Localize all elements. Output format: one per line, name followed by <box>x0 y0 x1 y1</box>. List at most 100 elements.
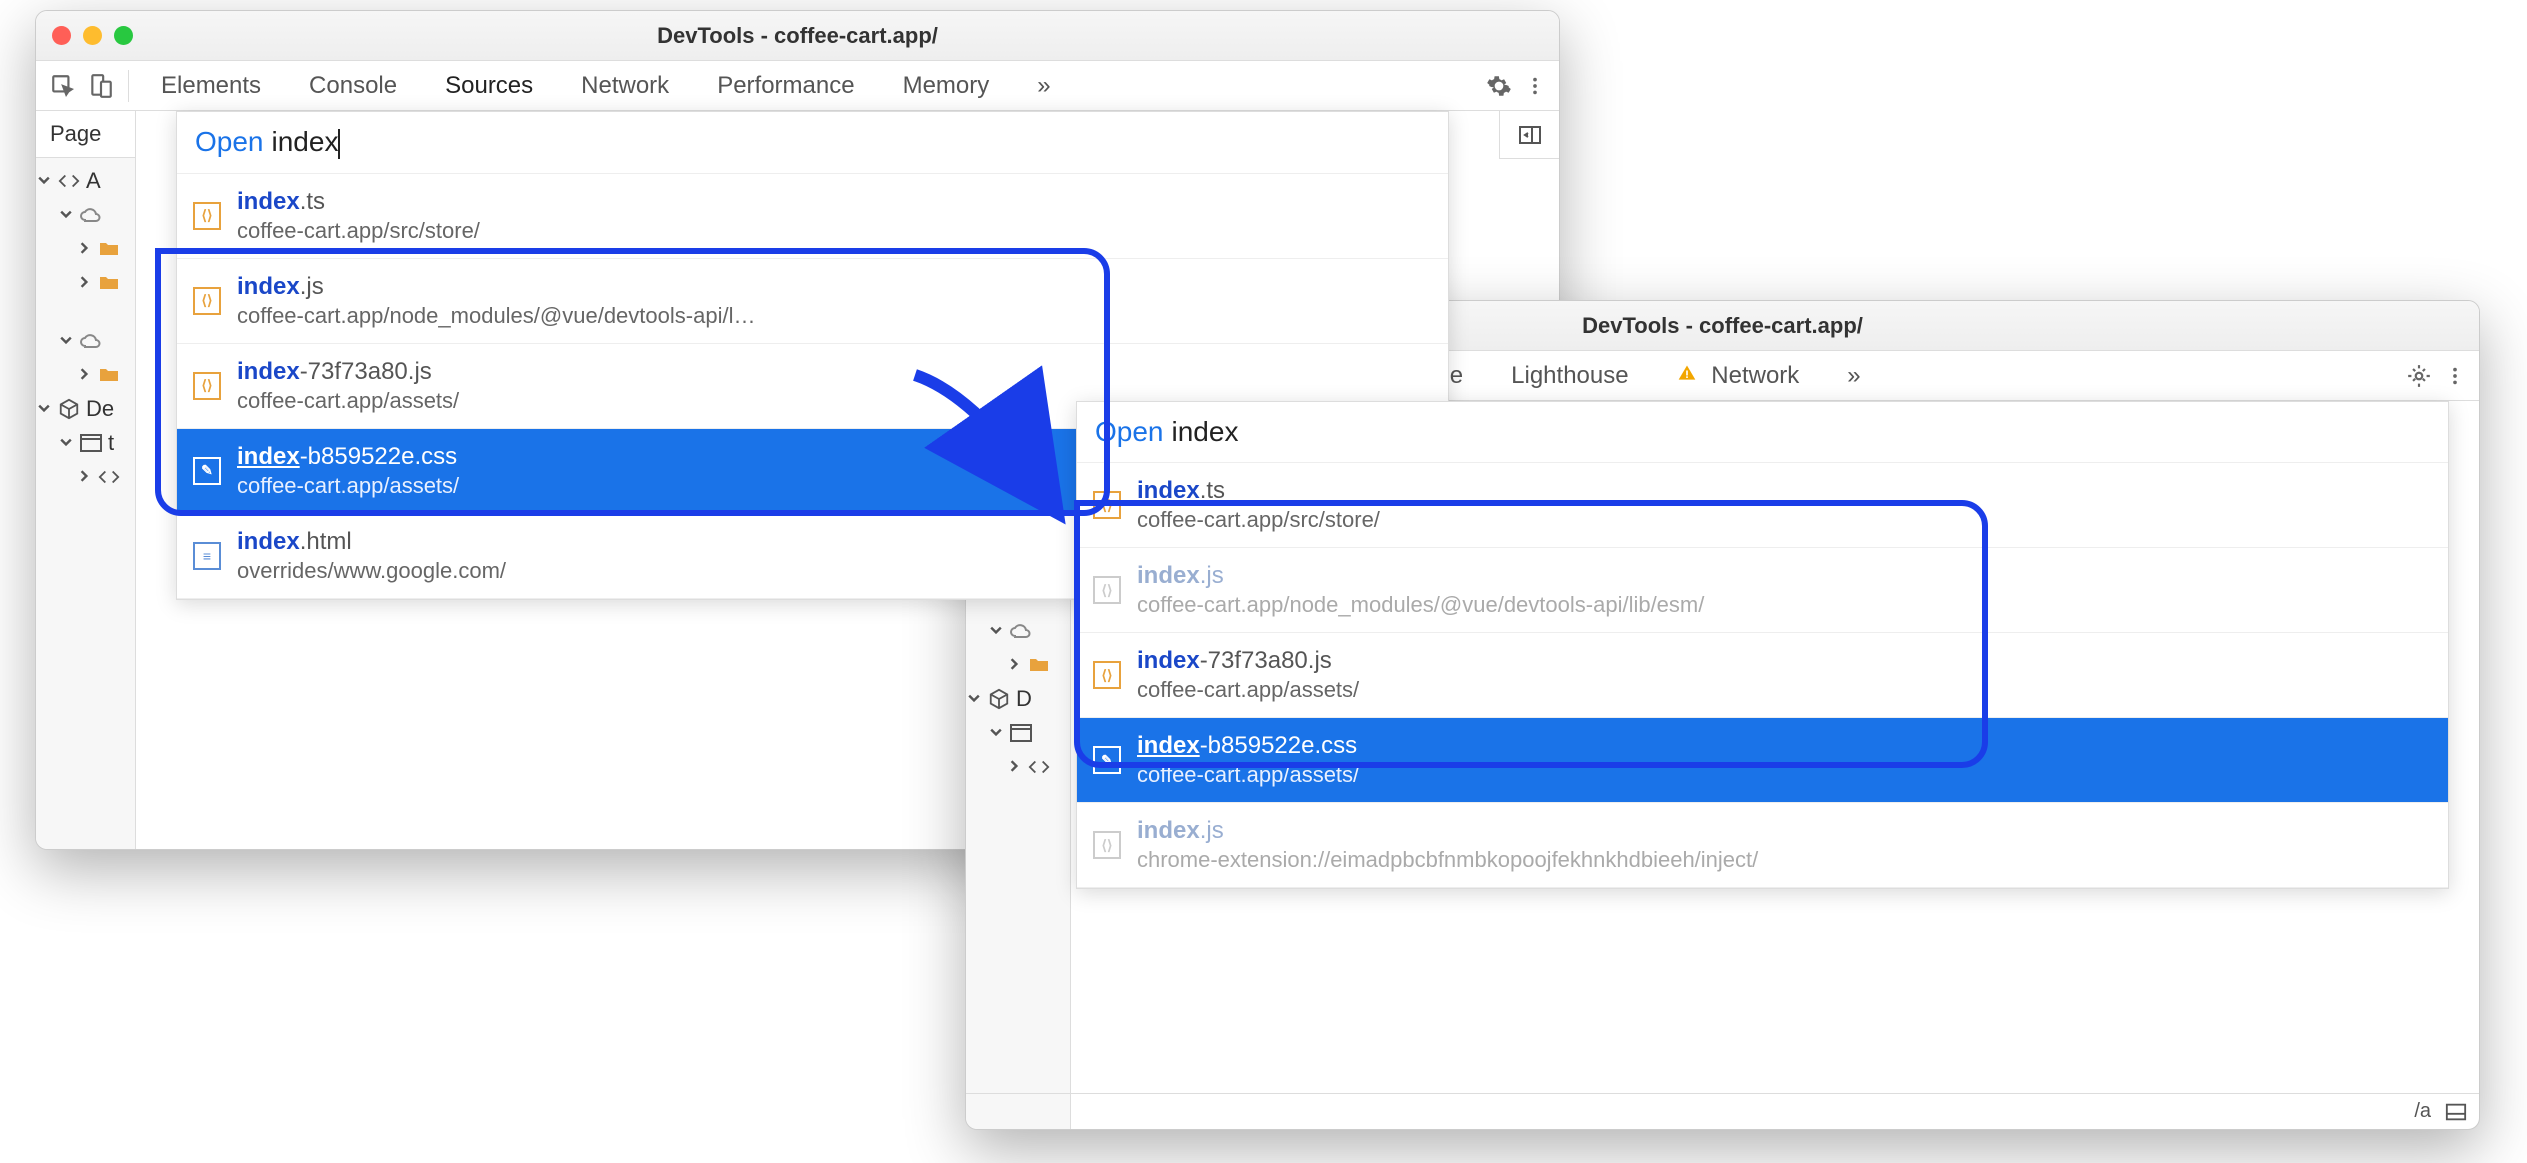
traffic-lights <box>52 26 133 45</box>
window-title: DevTools - coffee-cart.app/ <box>36 23 1559 49</box>
more-menu-icon[interactable] <box>1519 70 1551 102</box>
inspect-element-icon[interactable] <box>44 67 82 105</box>
devtools-window-2: DevTools - coffee-cart.app/ Elements Sou… <box>965 300 2480 1130</box>
tab-network[interactable]: Network <box>1653 352 1824 400</box>
panel-collapse-icon[interactable] <box>2445 1101 2467 1123</box>
page-tab[interactable]: Page <box>36 111 135 158</box>
tree-row[interactable] <box>968 716 1068 750</box>
sources-sidebar: Page A <box>36 111 136 849</box>
more-menu-icon[interactable] <box>2439 360 2471 392</box>
open-label: Open <box>195 126 264 158</box>
tab-elements[interactable]: Elements <box>137 62 285 110</box>
quick-open-result[interactable]: ⟨⟩ index.js coffee-cart.app/node_modules… <box>177 259 1448 344</box>
file-icon: ⟨⟩ <box>193 202 221 230</box>
tree-row[interactable]: D <box>968 682 1068 716</box>
window-icon <box>78 430 104 456</box>
folder-icon <box>1026 652 1052 678</box>
status-text: /a <box>2414 1100 2431 1123</box>
cloud-icon <box>1008 618 1034 644</box>
status-bar: /a <box>966 1093 2479 1129</box>
tree-row[interactable] <box>38 300 133 324</box>
folder-icon <box>96 362 122 388</box>
tabs-overflow[interactable]: » <box>1823 352 1884 400</box>
toolbar: Elements Console Sources Network Perform… <box>36 61 1559 111</box>
tree-row[interactable] <box>38 266 133 300</box>
file-icon: ✎ <box>193 457 221 485</box>
caret-down-icon <box>990 726 1004 740</box>
code-icon <box>56 168 82 194</box>
warning-icon <box>1677 363 1699 385</box>
folder-icon <box>96 236 122 262</box>
tab-console[interactable]: Console <box>285 62 421 110</box>
tree-row[interactable] <box>38 198 133 232</box>
quick-open-input[interactable]: index <box>272 126 341 159</box>
tab-performance[interactable]: Performance <box>693 62 878 110</box>
tree-row[interactable]: A <box>38 164 133 198</box>
tree-row[interactable]: De <box>38 392 133 426</box>
caret-right-icon <box>1008 760 1022 774</box>
quick-open-result-selected[interactable]: ✎ index-b859522e.css coffee-cart.app/ass… <box>1077 718 2448 803</box>
file-icon: ⟨⟩ <box>193 287 221 315</box>
tree-row[interactable] <box>968 648 1068 682</box>
tree-label: t <box>108 430 114 456</box>
quick-open-header: Open index <box>177 112 1448 174</box>
quick-open-popup: Open index ⟨⟩ index.ts coffee-cart.app/s… <box>1076 401 2449 889</box>
tab-memory[interactable]: Memory <box>879 62 1014 110</box>
caret-down-icon <box>990 624 1004 638</box>
package-icon <box>56 396 82 422</box>
device-toolbar-icon[interactable] <box>82 67 120 105</box>
package-icon <box>986 686 1012 712</box>
close-window-button[interactable] <box>52 26 71 45</box>
quick-open-result[interactable]: ⟨⟩ index.ts coffee-cart.app/src/store/ <box>1077 463 2448 548</box>
quick-open-result[interactable]: ⟨⟩ index.js coffee-cart.app/node_modules… <box>1077 548 2448 633</box>
panel-tabs: Elements Console Sources Network Perform… <box>137 62 1483 110</box>
minimize-window-button[interactable] <box>83 26 102 45</box>
divider <box>128 70 129 102</box>
open-label: Open <box>1095 416 1164 448</box>
tree-row[interactable] <box>38 460 133 494</box>
cloud-icon <box>78 202 104 228</box>
settings-icon[interactable] <box>1483 70 1515 102</box>
quick-open-result[interactable]: ⟨⟩ index-73f73a80.js coffee-cart.app/ass… <box>1077 633 2448 718</box>
quick-open-input[interactable]: index <box>1172 416 1239 448</box>
tabs-overflow[interactable]: » <box>1013 62 1074 110</box>
file-icon: ⟨⟩ <box>1093 491 1121 519</box>
file-icon: ✎ <box>1093 746 1121 774</box>
tree-label: D <box>1016 686 1032 712</box>
caret-right-icon <box>78 276 92 290</box>
maximize-window-button[interactable] <box>114 26 133 45</box>
tree-row[interactable] <box>968 614 1068 648</box>
file-icon: ⟨⟩ <box>1093 831 1121 859</box>
caret-down-icon <box>60 208 74 222</box>
caret-down-icon <box>60 436 74 450</box>
content: Page A <box>966 401 2479 1129</box>
caret-down-icon <box>60 334 74 348</box>
tree-label: De <box>86 396 114 422</box>
titlebar: DevTools - coffee-cart.app/ <box>36 11 1559 61</box>
file-icon: ⟨⟩ <box>1093 661 1121 689</box>
file-icon: ⟨⟩ <box>193 372 221 400</box>
code-icon <box>1026 754 1052 780</box>
tab-lighthouse[interactable]: Lighthouse <box>1487 352 1652 400</box>
tree-row[interactable] <box>38 324 133 358</box>
tree-row[interactable] <box>38 232 133 266</box>
toggle-debugger-sidebar[interactable] <box>1499 111 1559 159</box>
quick-open-result[interactable]: ⟨⟩ index.ts coffee-cart.app/src/store/ <box>177 174 1448 259</box>
tree-row[interactable] <box>38 358 133 392</box>
caret-right-icon <box>78 242 92 256</box>
settings-icon[interactable] <box>2403 360 2435 392</box>
cloud-icon <box>78 328 104 354</box>
caret-down-icon <box>968 692 982 706</box>
quick-open-result[interactable]: ⟨⟩ index.js chrome-extension://eimadpbcb… <box>1077 803 2448 888</box>
file-tree: A <box>36 158 135 500</box>
caret-right-icon <box>78 368 92 382</box>
tab-network[interactable]: Network <box>557 62 693 110</box>
tree-label: A <box>86 168 101 194</box>
text-cursor <box>338 129 340 159</box>
tab-sources[interactable]: Sources <box>421 62 557 110</box>
tree-row[interactable] <box>968 750 1068 784</box>
tree-row[interactable]: t <box>38 426 133 460</box>
window-icon <box>1008 720 1034 746</box>
caret-right-icon <box>1008 658 1022 672</box>
folder-icon <box>96 270 122 296</box>
